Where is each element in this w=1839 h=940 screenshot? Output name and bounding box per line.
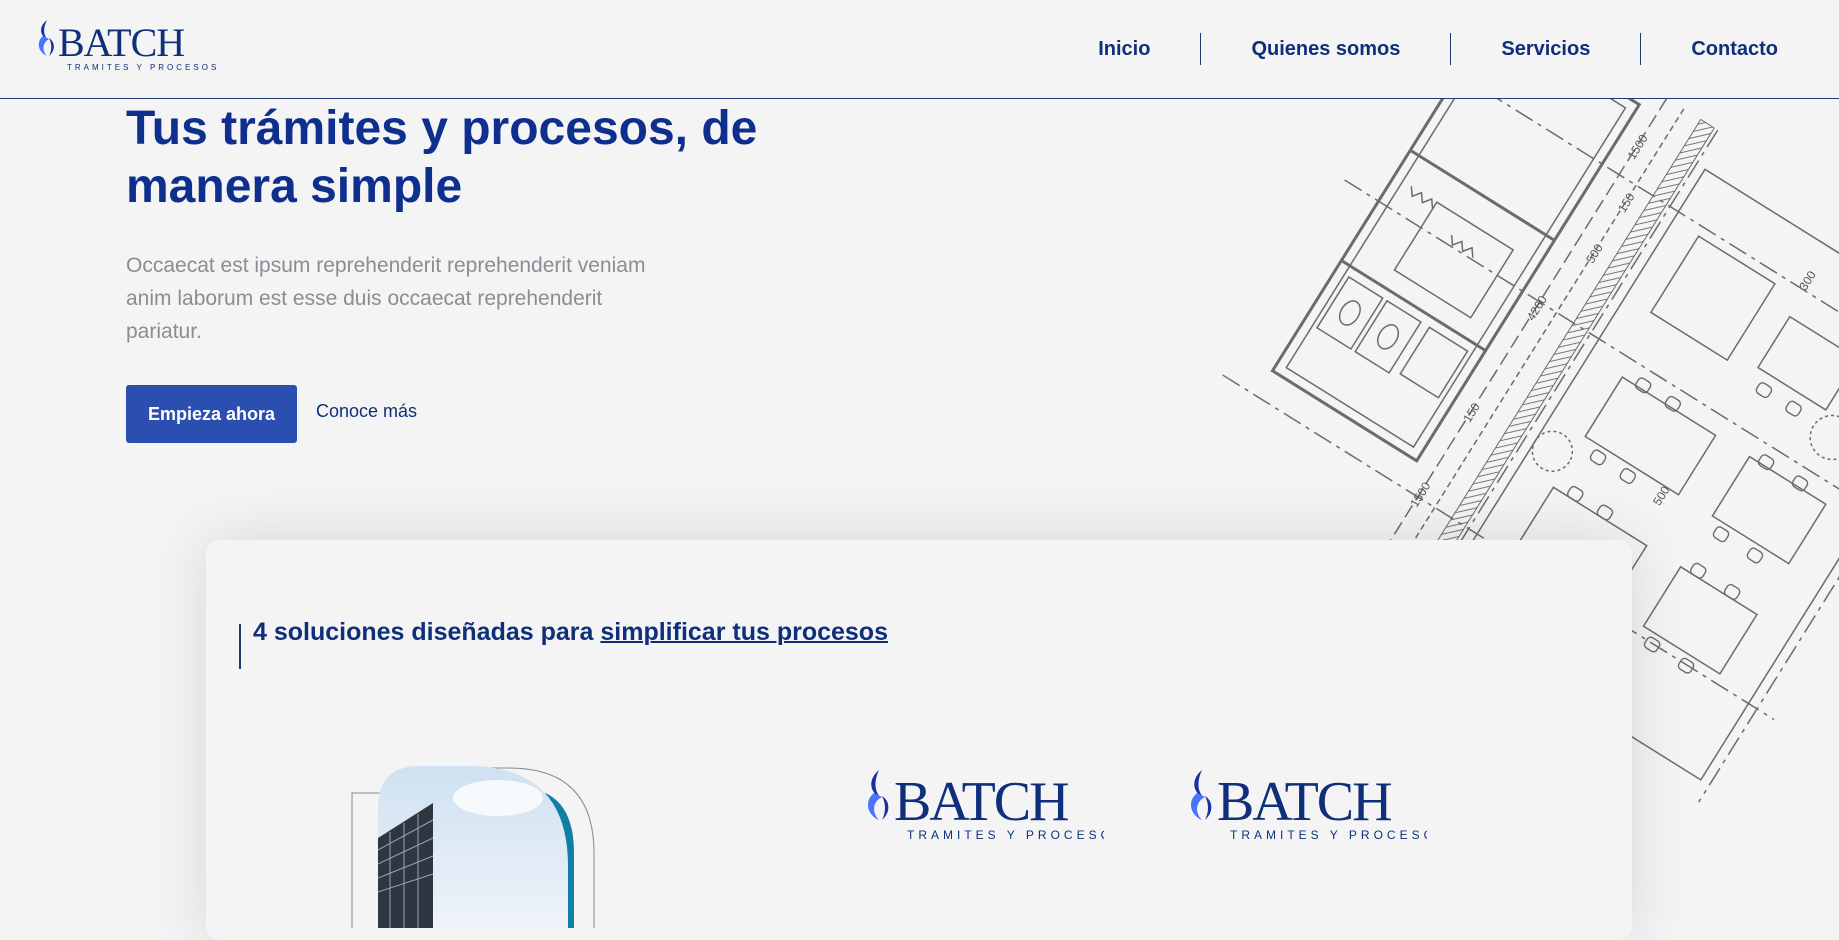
batch-logo-icon: BATCH TRAMITES Y PROCESOS bbox=[867, 770, 1122, 842]
solutions-title: 4 soluciones diseñadas para simplificar … bbox=[253, 618, 888, 647]
title-accent-bar bbox=[239, 624, 241, 669]
hero-title: Tus trámites y procesos, de manera simpl… bbox=[126, 102, 758, 213]
svg-text:BATCH: BATCH bbox=[58, 20, 184, 65]
solutions-graphic bbox=[344, 728, 704, 933]
nav-servicios[interactable]: Servicios bbox=[1450, 33, 1640, 65]
main-nav: Inicio Quienes somos Servicios Contacto bbox=[1048, 33, 1839, 65]
solution-logo-2[interactable]: BATCH TRAMITES Y PROCESOS bbox=[1187, 768, 1445, 853]
batch-logo-icon: BATCH TRAMITES Y PROCESOS bbox=[1190, 770, 1445, 842]
svg-text:TRAMITES Y PROCESOS: TRAMITES Y PROCESOS bbox=[67, 63, 216, 72]
solutions-title-link[interactable]: simplificar tus procesos bbox=[600, 618, 888, 646]
nav-inicio[interactable]: Inicio bbox=[1048, 33, 1200, 65]
svg-text:TRAMITES Y PROCESOS: TRAMITES Y PROCESOS bbox=[907, 828, 1104, 842]
svg-text:BATCH: BATCH bbox=[1217, 771, 1391, 833]
site-header: BATCH TRAMITES Y PROCESOS Inicio Quienes… bbox=[0, 0, 1839, 99]
solutions-card: 4 soluciones diseñadas para simplificar … bbox=[206, 540, 1632, 940]
nav-quienes-somos[interactable]: Quienes somos bbox=[1200, 33, 1450, 65]
svg-text:TRAMITES Y PROCESOS: TRAMITES Y PROCESOS bbox=[1230, 828, 1427, 842]
learn-more-link[interactable]: Conoce más bbox=[316, 401, 417, 422]
batch-logo-icon: BATCH TRAMITES Y PROCESOS bbox=[38, 20, 216, 72]
hero-description: Occaecat est ipsum reprehenderit reprehe… bbox=[126, 254, 646, 343]
nav-contacto[interactable]: Contacto bbox=[1640, 33, 1839, 65]
start-now-button[interactable]: Empieza ahora bbox=[126, 385, 297, 443]
solution-logo-1[interactable]: BATCH TRAMITES Y PROCESOS bbox=[864, 768, 1122, 853]
svg-text:BATCH: BATCH bbox=[894, 771, 1068, 833]
solutions-title-prefix: 4 soluciones diseñadas para bbox=[253, 618, 594, 646]
brand-logo[interactable]: BATCH TRAMITES Y PROCESOS bbox=[36, 18, 216, 76]
